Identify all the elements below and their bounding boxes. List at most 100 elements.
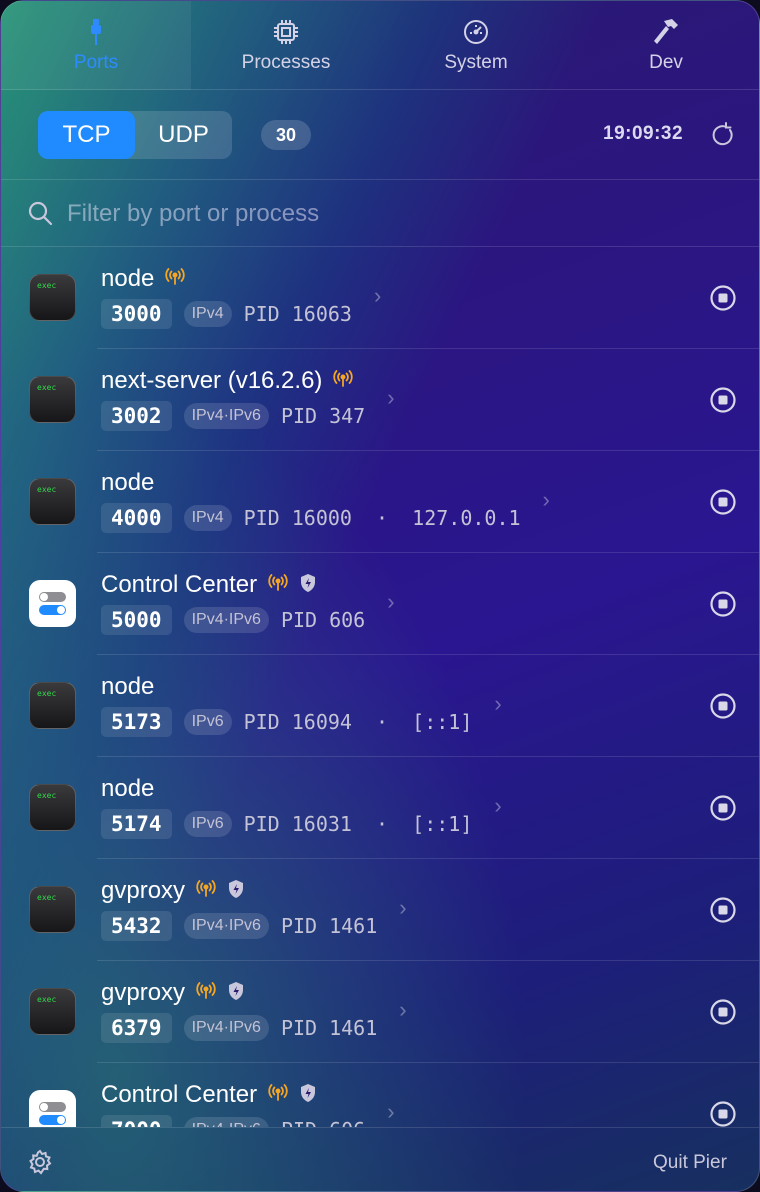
terminal-exec-icon: exec [29, 682, 76, 729]
tab-ports[interactable]: Ports [1, 1, 191, 90]
footer: Quit Pier [1, 1127, 759, 1191]
exec-label: exec [37, 689, 57, 698]
stop-process-icon[interactable] [709, 284, 737, 317]
list-item[interactable]: exec next-server (v16.2.6) 3002 IPv4·IPv6 PI… [1, 349, 759, 451]
broadcast-icon [267, 1083, 289, 1107]
exec-label: exec [37, 383, 57, 392]
protocol-badge: IPv4 [183, 301, 232, 327]
pid-label: PID 1461 [280, 914, 378, 938]
list-item[interactable]: exec gvproxy 6379 IPv4·IPv6 PID 1461 › [1, 961, 759, 1063]
port-number: 5173 [101, 707, 172, 737]
protocol-badge: IPv4·IPv6 [183, 1117, 269, 1127]
process-name: node [101, 673, 155, 700]
exec-label: exec [37, 995, 57, 1004]
port-count-badge: 30 [261, 120, 311, 150]
bind-address: · [::1] [351, 812, 473, 836]
exec-label: exec [37, 485, 57, 494]
port-number: 3002 [101, 401, 172, 431]
pid-label: PID 1461 [280, 1016, 378, 1040]
refresh-icon[interactable] [710, 122, 736, 153]
terminal-exec-icon: exec [29, 376, 76, 423]
toolbar: TCP UDP 30 19:09:32 [1, 90, 759, 180]
tab-dev[interactable]: Dev [571, 1, 759, 90]
tab-processes[interactable]: Processes [191, 1, 381, 90]
port-number: 3000 [101, 299, 172, 329]
list-item[interactable]: exec gvproxy 5432 IPv4·IPv6 PID 1461 › [1, 859, 759, 961]
hammer-icon [650, 15, 682, 49]
pid-label: PID 16000 [243, 506, 352, 530]
stop-process-icon[interactable] [709, 488, 737, 521]
chevron-right-icon[interactable]: › [494, 793, 501, 819]
chevron-right-icon[interactable]: › [387, 385, 394, 411]
stop-process-icon[interactable] [709, 590, 737, 623]
tab-system[interactable]: System [381, 1, 571, 90]
list-item[interactable]: exec node 5174 IPv6 PID 16031 · [::1] › [1, 757, 759, 859]
exec-label: exec [37, 791, 57, 800]
protocol-badge: IPv4·IPv6 [183, 1015, 269, 1041]
process-name: node [101, 265, 155, 292]
broadcast-icon [195, 879, 217, 903]
terminal-exec-icon: exec [29, 478, 76, 525]
port-number: 5000 [101, 605, 172, 635]
cpu-icon [272, 15, 300, 49]
tab-ports-label: Ports [73, 52, 119, 73]
list-item[interactable]: Control Center 5000 IPv4·IPv6 PID 606 › [1, 553, 759, 655]
stop-process-icon[interactable] [709, 692, 737, 725]
stop-process-icon[interactable] [709, 896, 737, 929]
chevron-right-icon[interactable]: › [543, 487, 550, 513]
protocol-badge: IPv4 [183, 505, 232, 531]
chevron-right-icon[interactable]: › [387, 589, 394, 615]
list-item[interactable]: exec node5173 IPv6 PID 16094 · [::1] › [1, 655, 759, 757]
top-tab-bar: Ports Processes System Dev [1, 1, 759, 90]
shield-icon [299, 1083, 317, 1108]
search-icon [27, 200, 53, 231]
broadcast-icon [164, 267, 186, 291]
quit-button[interactable]: Quit Pier [653, 1152, 727, 1174]
terminal-exec-icon: exec [29, 274, 76, 321]
process-name: Control Center [101, 1081, 258, 1108]
terminal-exec-icon: exec [29, 784, 76, 831]
pid-label: PID 347 [280, 404, 366, 428]
process-name: node [101, 775, 155, 802]
last-refresh-time: 19:09:32 [603, 123, 684, 144]
list-item[interactable]: Control Center 7000 IPv4·IPv6 PID 606 › [1, 1063, 759, 1127]
chevron-right-icon[interactable]: › [494, 691, 501, 717]
process-name: gvproxy [101, 979, 186, 1006]
chevron-right-icon[interactable]: › [387, 1099, 394, 1125]
broadcast-icon [332, 369, 354, 393]
chevron-right-icon[interactable]: › [399, 997, 406, 1023]
tab-dev-label: Dev [649, 52, 683, 73]
exec-label: exec [37, 893, 57, 902]
pid-label: PID 16094 [243, 710, 352, 734]
broadcast-icon [195, 981, 217, 1005]
terminal-exec-icon: exec [29, 886, 76, 933]
bind-address: · [::1] [351, 710, 473, 734]
udp-button[interactable]: UDP [135, 111, 232, 159]
search-bar [1, 180, 759, 247]
protocol-badge: IPv6 [183, 709, 232, 735]
protocol-badge: IPv4·IPv6 [183, 913, 269, 939]
stop-process-icon[interactable] [709, 998, 737, 1031]
list-item[interactable]: exec node 3000 IPv4 PID 16063 › [1, 247, 759, 349]
port-number: 4000 [101, 503, 172, 533]
search-input[interactable] [67, 192, 727, 236]
tab-processes-label: Processes [241, 52, 331, 73]
bind-address: · 127.0.0.1 [351, 506, 521, 530]
broadcast-icon [267, 573, 289, 597]
process-name: Control Center [101, 571, 258, 598]
stop-process-icon[interactable] [709, 1100, 737, 1127]
port-number: 5174 [101, 809, 172, 839]
chevron-right-icon[interactable]: › [374, 283, 381, 309]
process-name: gvproxy [101, 877, 186, 904]
tcp-button[interactable]: TCP [38, 111, 135, 159]
stop-process-icon[interactable] [709, 794, 737, 827]
shield-icon [227, 981, 245, 1006]
chevron-right-icon[interactable]: › [399, 895, 406, 921]
gear-icon[interactable] [27, 1149, 53, 1180]
protocol-badge: IPv6 [183, 811, 232, 837]
port-number: 5432 [101, 911, 172, 941]
stop-process-icon[interactable] [709, 386, 737, 419]
process-name: node [101, 469, 155, 496]
port-number: 7000 [101, 1115, 172, 1127]
list-item[interactable]: exec node 4000 IPv4 PID 16000 · 127.0.0.1 › [1, 451, 759, 553]
